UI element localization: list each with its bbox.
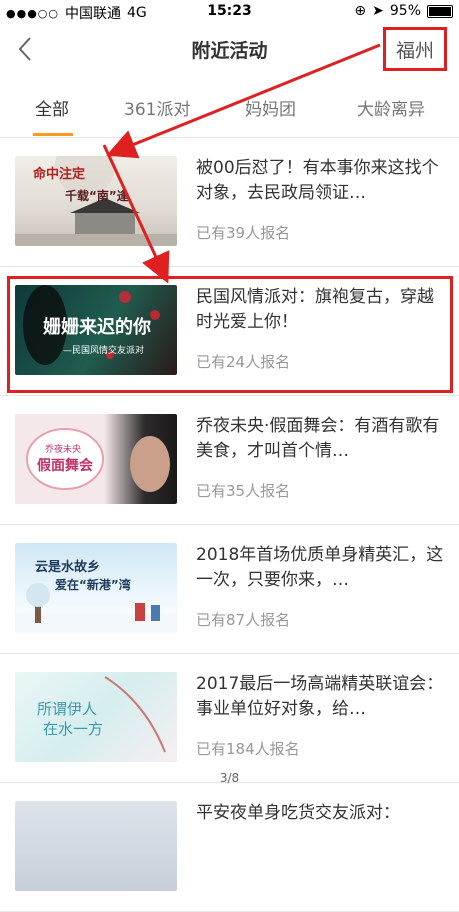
event-item[interactable]: 命中注定 千载“南”逢 被00后怼了！有本事你来这找个对象，去民政局领证… 已有… (0, 138, 459, 267)
event-thumbnail: 乔夜未央 假面舞会 (15, 414, 177, 504)
signup-count: 已有35人报名 (196, 482, 291, 500)
battery-icon (427, 4, 453, 18)
thumb-text-2: 假面舞会 (37, 457, 94, 474)
thumb-text-1: 云是水故乡 (35, 559, 100, 575)
signup-count: 已有184人报名 (196, 740, 300, 758)
event-title: 2017最后一场高端精英联谊会：事业单位好对象，给… (196, 674, 444, 719)
event-item[interactable]: 乔夜未央 假面舞会 乔夜未央·假面舞会：有酒有歌有美食，才叫首个情… 已有35人… (0, 396, 459, 525)
thumb-text-2: 爱在“新港”湾 (55, 577, 131, 592)
rotation-lock-icon: ⊕ (354, 3, 367, 19)
event-thumbnail: 所谓伊人 在水一方 (15, 672, 177, 762)
city-selector-button[interactable]: 福州 (383, 27, 447, 71)
event-thumbnail: 云是水故乡 爱在“新港”湾 (15, 543, 177, 633)
tab-361-party[interactable]: 361派对 (124, 95, 190, 120)
tab-divorced[interactable]: 大龄离异 (357, 95, 425, 120)
active-tab-indicator (33, 133, 73, 136)
thumb-text-2: —民国风情交友派对 (63, 344, 144, 356)
tab-all[interactable]: 全部 (35, 95, 69, 120)
thumb-text-1: 乔夜未央 (45, 443, 81, 455)
tab-mom-group[interactable]: 妈妈团 (245, 95, 296, 120)
location-icon: ➤ (372, 3, 384, 19)
signup-count: 已有24人报名 (196, 353, 291, 371)
event-thumbnail (15, 801, 177, 891)
event-item[interactable]: 云是水故乡 爱在“新港”湾 2018年首场优质单身精英汇，这一次，只要你来，… … (0, 525, 459, 654)
thumb-text-1: 姗姗来迟的你 (43, 316, 151, 338)
event-item[interactable]: 姗姗来迟的你 —民国风情交友派对 民国风情派对：旗袍复古，穿越时光爱上你！ 已有… (0, 267, 459, 396)
thumb-text-1: 所谓伊人 (37, 700, 97, 718)
event-title: 乔夜未央·假面舞会：有酒有歌有美食，才叫首个情… (196, 416, 440, 461)
signup-count: 已有39人报名 (196, 224, 291, 242)
navigation-bar: 附近活动 福州 (0, 22, 459, 77)
signup-count: 已有87人报名 (196, 611, 291, 629)
event-title: 2018年首场优质单身精英汇，这一次，只要你来，… (196, 545, 444, 590)
status-bar: ●●●○○ 中国联通 4G 15:23 ⊕ ➤ 95% (0, 0, 459, 22)
event-title: 被00后怼了！有本事你来这找个对象，去民政局领证… (196, 158, 439, 203)
category-tabs: 全部 361派对 妈妈团 大龄离异 (0, 77, 459, 138)
event-thumbnail: 命中注定 千载“南”逢 (15, 156, 177, 246)
thumb-text-1: 命中注定 (32, 166, 85, 182)
event-title: 平安夜单身吃货交友派对： (196, 803, 400, 823)
page-indicator: 3/8 (219, 771, 240, 785)
thumb-text-2: 千载“南”逢 (65, 188, 129, 203)
battery-label: 95% (389, 3, 421, 19)
event-item[interactable]: 平安夜单身吃货交友派对： (0, 783, 459, 912)
event-title: 民国风情派对：旗袍复古，穿越时光爱上你！ (196, 287, 434, 332)
event-thumbnail: 姗姗来迟的你 —民国风情交友派对 (15, 285, 177, 375)
event-item[interactable]: 所谓伊人 在水一方 2017最后一场高端精英联谊会：事业单位好对象，给… 已有1… (0, 654, 459, 783)
thumb-text-2: 在水一方 (43, 720, 103, 738)
